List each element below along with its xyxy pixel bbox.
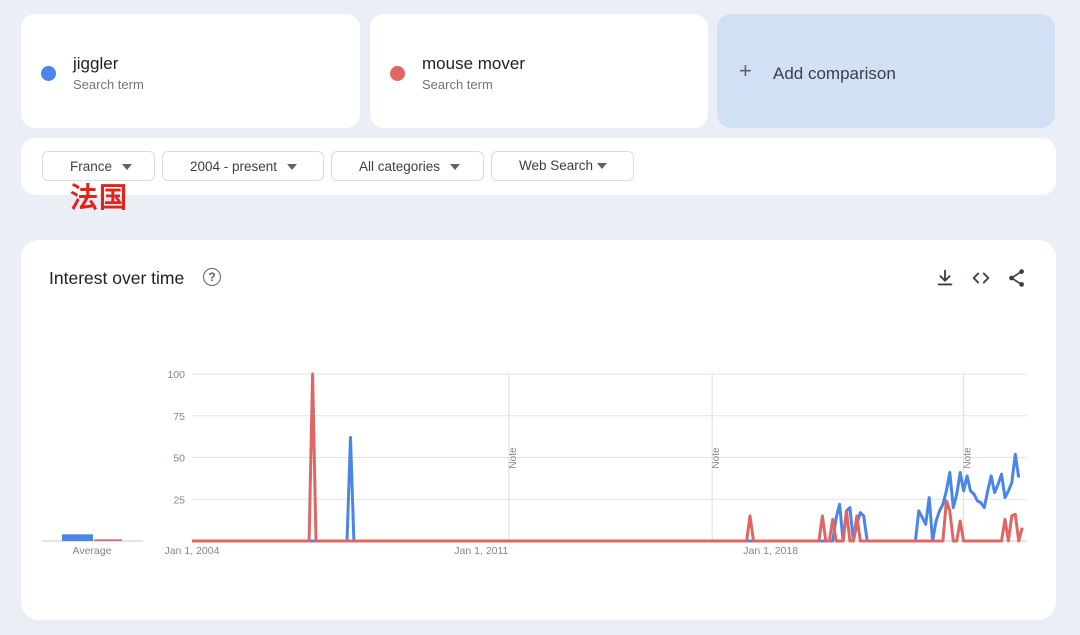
category-filter[interactable]: All categories: [331, 151, 484, 181]
interest-over-time-panel: Interest over time ? 100 75 50 25 Jan 1, 200…: [21, 240, 1056, 620]
plus-icon: +: [739, 58, 752, 83]
time-range-filter-label: 2004 - present: [190, 159, 278, 174]
time-range-filter[interactable]: 2004 - present: [162, 151, 324, 181]
term-card-mouse-mover[interactable]: mouse mover Search term: [370, 14, 708, 128]
x-tick-label: Jan 1, 2011: [454, 545, 508, 557]
series-color-dot: [41, 66, 56, 81]
region-filter-label: France: [70, 159, 113, 174]
add-comparison-label: Add comparison: [773, 64, 896, 83]
term-type: Search term: [73, 77, 144, 92]
x-tick-label: Jan 1, 2004: [165, 545, 220, 557]
y-tick-label: 100: [167, 369, 185, 381]
interest-line-chart: 100 75 50 25 Jan 1, 2004 Jan 1, 2011 Jan 1, 20…: [42, 369, 1027, 557]
term-type: Search term: [422, 77, 493, 92]
average-bar-jiggler: [62, 534, 93, 541]
chevron-down-icon: [122, 164, 132, 170]
series-color-dot: [390, 66, 405, 81]
average-label: Average: [73, 545, 112, 557]
note-label: Note: [963, 447, 974, 469]
category-filter-label: All categories: [359, 159, 441, 174]
note-label: Note: [508, 447, 519, 469]
search-type-filter[interactable]: Web Search: [491, 151, 634, 181]
term-name: mouse mover: [422, 54, 525, 73]
chevron-down-icon: [450, 164, 460, 170]
note-label: Note: [711, 447, 722, 469]
chevron-down-icon: [287, 164, 297, 170]
average-bar-mouse-mover: [94, 539, 122, 541]
chevron-down-icon: [597, 163, 607, 169]
term-card-jiggler[interactable]: jiggler Search term: [21, 14, 360, 128]
y-tick-label: 50: [173, 453, 185, 465]
y-tick-label: 75: [173, 411, 185, 423]
x-tick-label: Jan 1, 2018: [743, 545, 798, 557]
region-overlay-annotation: 法国: [70, 181, 129, 214]
add-comparison-button[interactable]: + Add comparison: [717, 14, 1055, 128]
search-type-filter-label: Web Search: [519, 158, 594, 173]
filter-bar: France 2004 - present All categories Web…: [21, 138, 1056, 195]
term-name: jiggler: [73, 54, 119, 73]
y-tick-label: 25: [173, 494, 185, 506]
